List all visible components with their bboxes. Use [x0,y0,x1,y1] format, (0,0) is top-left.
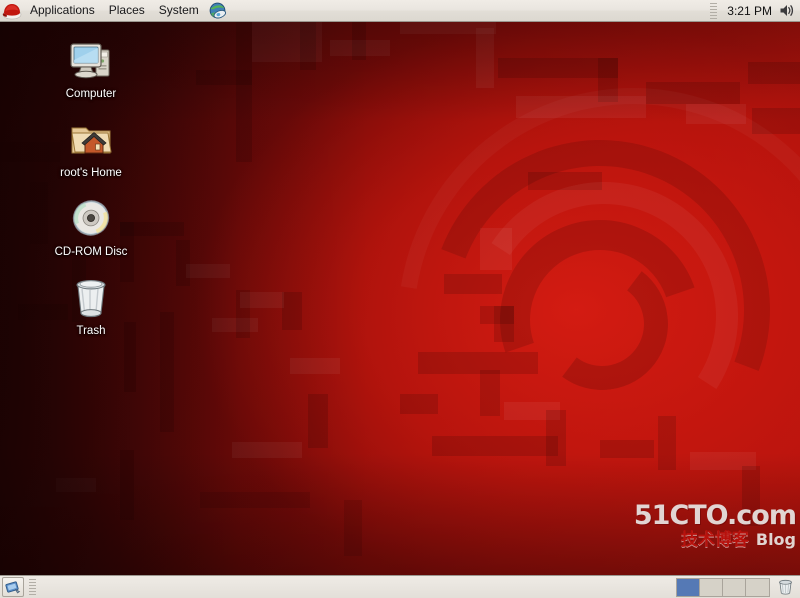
redhat-shadowman-icon[interactable] [1,1,23,21]
desktop-icon-label: root's Home [60,167,122,179]
cdrom-disc-icon [67,194,115,242]
menu-places[interactable]: Places [102,1,152,21]
desktop-icon-label: CD-ROM Disc [54,246,128,258]
workspace-1[interactable] [677,578,700,596]
trash-bin-icon [67,273,115,321]
menu-applications-label: Applications [30,3,95,17]
desktop-icon-root-home[interactable]: root's Home [44,115,138,180]
show-desktop-icon [5,580,21,594]
workspace-3[interactable] [723,578,746,596]
launcher-web-browser[interactable] [206,1,230,21]
panel-drag-handle[interactable] [710,2,718,19]
desktop-icon-label: Trash [76,325,106,337]
desktop-icon-trash[interactable]: Trash [44,273,138,338]
show-desktop-button[interactable] [2,577,24,597]
home-folder-icon [67,115,115,163]
speaker-volume-icon[interactable] [777,2,797,20]
trash-applet-icon[interactable] [773,577,797,598]
window-list[interactable] [41,577,676,598]
desktop-wallpaper[interactable]: Computer root's Home CD-ROM Disc Trash 5… [0,22,800,575]
desktop-icon-computer[interactable]: Computer [44,36,138,101]
computer-monitor-icon [67,36,115,84]
bottom-panel [0,575,800,598]
menu-system[interactable]: System [152,1,206,21]
web-browser-globe-icon [209,2,227,18]
menu-places-label: Places [108,3,145,17]
menu-system-label: System [158,3,199,17]
menu-applications[interactable]: Applications [23,1,102,21]
desktop-screen: Computer root's Home CD-ROM Disc Trash 5… [0,0,800,598]
workspace-switcher[interactable] [676,577,770,597]
desktop-icon-cdrom[interactable]: CD-ROM Disc [44,194,138,259]
workspace-2[interactable] [700,578,723,596]
desktop-icon-grid: Computer root's Home CD-ROM Disc Trash [44,36,144,352]
clock-applet[interactable]: 3:21 PM [722,4,777,18]
bottom-panel-drag-handle[interactable] [29,579,36,595]
top-panel: Applications Places System 3:21 PM [0,0,800,22]
desktop-icon-label: Computer [65,88,117,100]
workspace-4[interactable] [746,578,769,596]
